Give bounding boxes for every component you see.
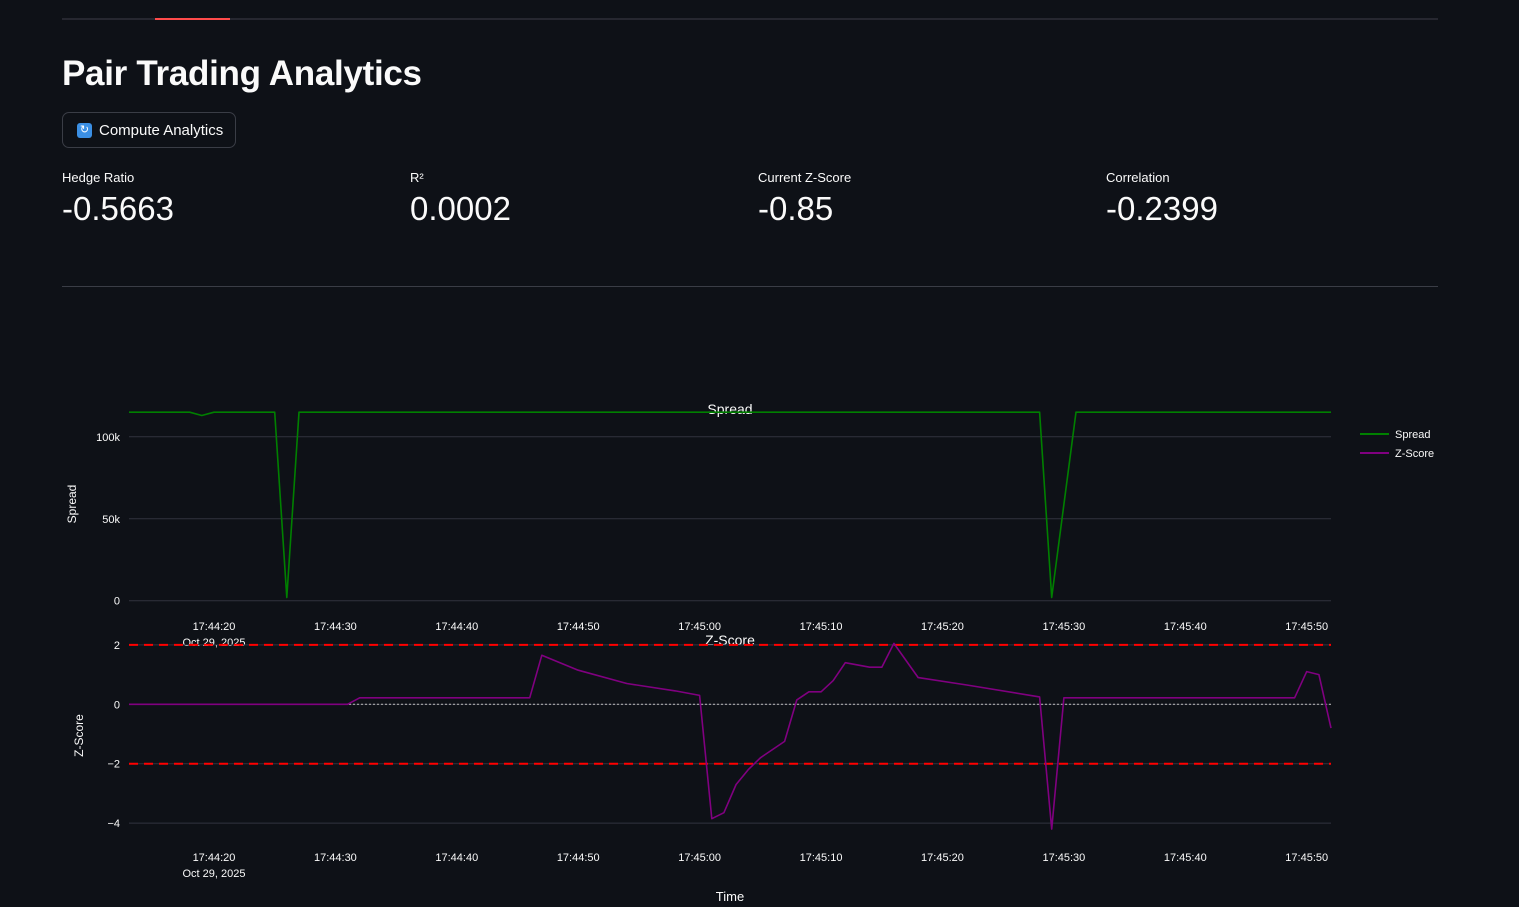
spread-zscore-chart[interactable]: Spread Spread 0 50k 100k 17:44:20 Oct 29, 2025… bbox=[0, 0, 1519, 907]
y-tick-label: 50k bbox=[102, 514, 120, 526]
x-tick-label: 17:44:20 bbox=[193, 621, 236, 633]
x-tick-label: 17:45:40 bbox=[1164, 852, 1207, 864]
y-tick-label: −2 bbox=[107, 759, 120, 771]
x-tick-label: 17:44:40 bbox=[435, 852, 478, 864]
y-tick-label: 0 bbox=[114, 596, 120, 608]
x-tick-label: 17:45:50 bbox=[1285, 621, 1328, 633]
x-tick-label: 17:45:10 bbox=[800, 621, 843, 633]
y-tick-label: 2 bbox=[114, 640, 120, 652]
y-axis-label: Z-Score bbox=[72, 714, 86, 757]
x-axis-label: Time bbox=[716, 889, 744, 904]
x-tick-label: 17:45:00 bbox=[678, 852, 721, 864]
x-tick-date-label: Oct 29, 2025 bbox=[182, 868, 245, 880]
x-tick-label: 17:45:30 bbox=[1042, 621, 1085, 633]
x-tick-label: 17:44:20 bbox=[193, 852, 236, 864]
x-tick-label: 17:44:50 bbox=[557, 852, 600, 864]
y-tick-label: −4 bbox=[107, 818, 120, 830]
legend-label: Spread bbox=[1395, 429, 1430, 441]
x-tick-date-label: Oct 29, 2025 bbox=[182, 637, 245, 649]
legend-label: Z-Score bbox=[1395, 448, 1434, 460]
x-tick-label: 17:45:50 bbox=[1285, 852, 1328, 864]
x-tick-label: 17:45:20 bbox=[921, 852, 964, 864]
chart-title: Spread bbox=[707, 401, 752, 417]
x-tick-label: 17:44:30 bbox=[314, 621, 357, 633]
y-axis-label: Spread bbox=[65, 485, 79, 524]
x-tick-label: 17:45:20 bbox=[921, 621, 964, 633]
x-tick-label: 17:44:50 bbox=[557, 621, 600, 633]
y-tick-label: 100k bbox=[96, 432, 120, 444]
series-line-spread bbox=[129, 411, 1331, 599]
x-tick-label: 17:44:30 bbox=[314, 852, 357, 864]
x-tick-label: 17:45:40 bbox=[1164, 621, 1207, 633]
x-tick-label: 17:45:10 bbox=[800, 852, 843, 864]
y-tick-label: 0 bbox=[114, 699, 120, 711]
series-line-z-score bbox=[129, 642, 1332, 830]
x-tick-label: 17:45:30 bbox=[1042, 852, 1085, 864]
x-tick-label: 17:44:40 bbox=[435, 621, 478, 633]
